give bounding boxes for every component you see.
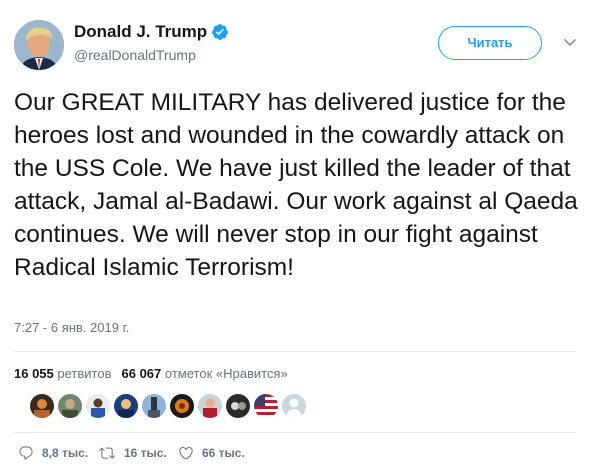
retweet-count: 16 тыс. <box>124 446 167 460</box>
author-avatar[interactable] <box>14 20 64 70</box>
like-action[interactable]: 66 тыс. <box>178 444 245 462</box>
author-handle[interactable]: @realDonaldTrump <box>74 47 229 63</box>
likes-label: отметок «Нравится» <box>164 366 288 381</box>
liker-avatar-9[interactable] <box>254 394 278 418</box>
liker-avatar-6[interactable] <box>170 394 194 418</box>
reply-icon <box>19 446 33 460</box>
likes-count: 66 067 <box>121 366 162 381</box>
author-names: Donald J. Trump @realDonaldTrump <box>74 22 229 63</box>
heart-icon <box>179 446 193 460</box>
liker-avatar-8[interactable] <box>226 394 250 418</box>
retweet-action[interactable]: 16 тыс. <box>98 444 167 462</box>
tweet-card: Donald J. Trump @realDonaldTrump Читать … <box>0 0 599 472</box>
retweet-icon <box>99 447 115 459</box>
tweet-text: Our GREAT MILITARY has delivered justice… <box>14 89 578 281</box>
liker-avatar-7[interactable] <box>198 394 222 418</box>
reply-count: 8,8 тыс. <box>42 446 89 460</box>
follow-button[interactable]: Читать <box>438 26 542 60</box>
divider-bottom <box>14 432 576 433</box>
divider-top <box>14 351 576 352</box>
author-display-name[interactable]: Donald J. Trump <box>74 22 207 42</box>
liker-avatar-1[interactable] <box>30 394 54 418</box>
retweets-stat[interactable]: 16 055 ретвитов <box>14 366 112 381</box>
chevron-down-icon[interactable] <box>560 32 580 52</box>
tweet-stats: 16 055 ретвитов 66 067 отметок «Нравится» <box>14 366 288 381</box>
liker-avatar-3[interactable] <box>86 394 110 418</box>
tweet-header: Donald J. Trump @realDonaldTrump Читать <box>14 18 584 72</box>
verified-badge-icon <box>211 23 229 41</box>
likes-stat[interactable]: 66 067 отметок «Нравится» <box>122 366 288 381</box>
liker-avatar-10[interactable] <box>282 394 306 418</box>
retweets-count: 16 055 <box>14 366 54 381</box>
liker-avatar-5[interactable] <box>142 394 166 418</box>
reply-action[interactable]: 8,8 тыс. <box>18 444 88 462</box>
liker-avatar-4[interactable] <box>114 394 138 418</box>
like-count: 66 тыс. <box>202 446 245 460</box>
liker-avatar-2[interactable] <box>58 394 82 418</box>
retweets-label: ретвитов <box>57 366 112 381</box>
tweet-timestamp[interactable]: 7:27 - 6 янв. 2019 г. <box>14 320 129 335</box>
